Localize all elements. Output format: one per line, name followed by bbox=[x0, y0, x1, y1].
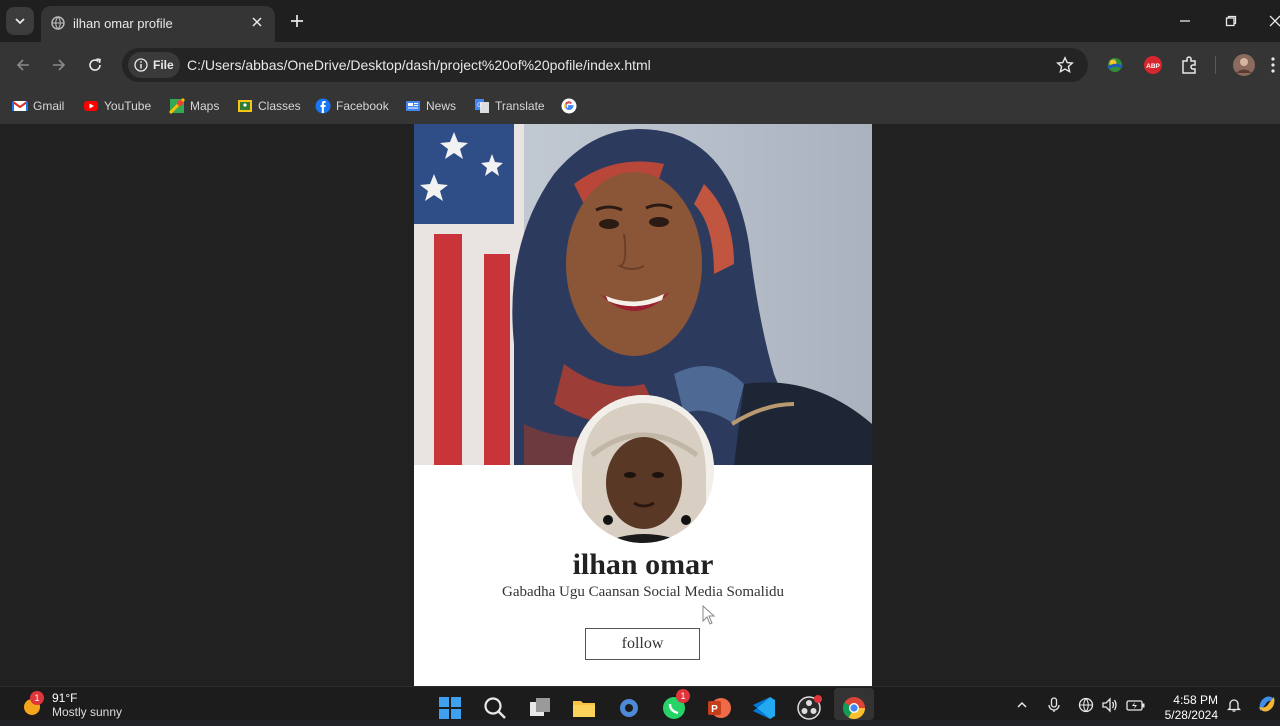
follow-button[interactable]: follow bbox=[585, 628, 700, 660]
bookmark-maps[interactable]: Maps bbox=[169, 96, 219, 116]
chevron-down-icon bbox=[15, 18, 25, 25]
bookmark-label: Maps bbox=[190, 99, 220, 113]
task-view-icon[interactable] bbox=[527, 695, 553, 721]
facebook-icon bbox=[315, 98, 331, 114]
bookmark-news[interactable]: News bbox=[405, 96, 456, 116]
new-tab-icon[interactable] bbox=[288, 12, 306, 30]
bookmark-google[interactable] bbox=[561, 96, 582, 116]
bookmark-label: News bbox=[426, 99, 457, 113]
back-icon[interactable] bbox=[12, 54, 34, 76]
bookmark-youtube[interactable]: YouTube bbox=[83, 96, 151, 116]
info-icon bbox=[134, 58, 148, 72]
chevron-up-icon[interactable] bbox=[1016, 699, 1028, 711]
restore-icon[interactable] bbox=[1222, 12, 1240, 30]
gmail-icon bbox=[12, 101, 28, 111]
close-window-icon[interactable] bbox=[1266, 12, 1280, 30]
avatar bbox=[572, 395, 714, 543]
powerpoint-icon[interactable]: P bbox=[706, 695, 732, 721]
copilot-icon[interactable] bbox=[1256, 693, 1278, 715]
clock-time: 4:58 PM bbox=[1173, 693, 1218, 707]
start-icon[interactable] bbox=[437, 695, 463, 721]
bookmark-gmail[interactable]: Gmail bbox=[12, 96, 64, 116]
close-tab-icon[interactable] bbox=[249, 14, 265, 30]
system-clock[interactable]: 4:58 PM 5/28/2024 bbox=[1156, 693, 1218, 723]
url-text[interactable]: C:/Users/abbas/OneDrive/Desktop/dash/pro… bbox=[187, 57, 651, 73]
bookmark-label: Translate bbox=[495, 99, 545, 113]
extension-globe-icon[interactable] bbox=[1104, 54, 1126, 76]
bookmark-translate[interactable]: G Translate bbox=[474, 96, 545, 116]
volume-icon[interactable] bbox=[1101, 697, 1119, 713]
news-icon bbox=[406, 101, 420, 111]
vscode-icon[interactable] bbox=[751, 695, 777, 721]
tab-search-button[interactable] bbox=[6, 7, 34, 35]
tab-title: ilhan omar profile bbox=[73, 16, 173, 31]
page-viewport: ilhan omar Gabadha Ugu Caansan Social Me… bbox=[0, 124, 1280, 686]
battery-icon[interactable] bbox=[1126, 697, 1146, 713]
minimize-icon[interactable] bbox=[1176, 12, 1194, 30]
bookmark-facebook[interactable]: Facebook bbox=[315, 96, 389, 116]
clock-date: 5/28/2024 bbox=[1164, 708, 1218, 722]
profile-name: ilhan omar bbox=[572, 548, 714, 581]
svg-text:P: P bbox=[711, 704, 718, 715]
profile-card: ilhan omar Gabadha Ugu Caansan Social Me… bbox=[414, 124, 872, 686]
weather-widget[interactable]: 1 91°F Mostly sunny bbox=[20, 691, 122, 719]
bookmark-star-icon[interactable] bbox=[1056, 56, 1074, 74]
more-menu-icon[interactable] bbox=[1268, 54, 1278, 76]
weather-condition: Mostly sunny bbox=[52, 705, 123, 719]
weather-sun-icon: 1 bbox=[20, 691, 46, 717]
extensions-puzzle-icon[interactable] bbox=[1178, 54, 1200, 76]
tab-strip: ilhan omar profile bbox=[0, 0, 1280, 42]
maps-icon bbox=[169, 98, 185, 114]
browser-tab[interactable]: ilhan omar profile bbox=[41, 6, 275, 42]
address-bar[interactable]: File C:/Users/abbas/OneDrive/Desktop/das… bbox=[122, 48, 1088, 82]
whatsapp-badge: 1 bbox=[676, 689, 690, 703]
google-icon bbox=[561, 98, 577, 114]
globe-icon bbox=[51, 16, 65, 30]
youtube-icon bbox=[84, 101, 98, 111]
settings-gear-icon[interactable] bbox=[616, 695, 642, 721]
microphone-icon[interactable] bbox=[1046, 697, 1062, 713]
browser-toolbar: File C:/Users/abbas/OneDrive/Desktop/das… bbox=[0, 42, 1280, 88]
bookmark-label: Gmail bbox=[33, 99, 65, 113]
file-explorer-icon[interactable] bbox=[571, 695, 597, 721]
taskbar: 1 91°F Mostly sunny 1 P 4:58 PM 5/28/202… bbox=[0, 686, 1280, 723]
site-info-label: File bbox=[153, 58, 174, 72]
profile-bio: Gabadha Ugu Caansan Social Media Somalid… bbox=[501, 584, 785, 600]
toolbar-divider bbox=[1215, 56, 1216, 74]
weather-badge: 1 bbox=[30, 691, 44, 705]
profile-avatar-icon[interactable] bbox=[1232, 53, 1256, 77]
classes-icon bbox=[238, 100, 252, 112]
bookmark-classes[interactable]: Classes bbox=[237, 96, 301, 116]
reload-icon[interactable] bbox=[84, 54, 106, 76]
network-globe-icon[interactable] bbox=[1078, 697, 1094, 713]
search-icon[interactable] bbox=[482, 695, 508, 721]
bookmark-label: Classes bbox=[258, 99, 301, 113]
bookmarks-bar: Gmail YouTube Maps Classes Facebook News… bbox=[0, 88, 1280, 124]
notifications-bell-icon[interactable] bbox=[1226, 697, 1242, 713]
adblock-plus-icon[interactable]: ABP bbox=[1142, 54, 1164, 76]
forward-icon[interactable] bbox=[48, 54, 70, 76]
bookmark-label: Facebook bbox=[336, 99, 389, 113]
site-info-chip[interactable]: File bbox=[128, 52, 180, 78]
abp-label: ABP bbox=[1146, 63, 1160, 70]
mouse-cursor-icon bbox=[702, 605, 716, 625]
avatar-illustration bbox=[572, 395, 714, 543]
translate-icon: G bbox=[475, 99, 489, 113]
svg-text:G: G bbox=[477, 103, 482, 109]
weather-temp: 91°F bbox=[52, 691, 78, 705]
obs-icon[interactable] bbox=[796, 695, 822, 721]
whatsapp-icon[interactable]: 1 bbox=[661, 689, 690, 721]
bookmark-label: YouTube bbox=[104, 99, 152, 113]
chrome-icon[interactable] bbox=[841, 695, 867, 721]
